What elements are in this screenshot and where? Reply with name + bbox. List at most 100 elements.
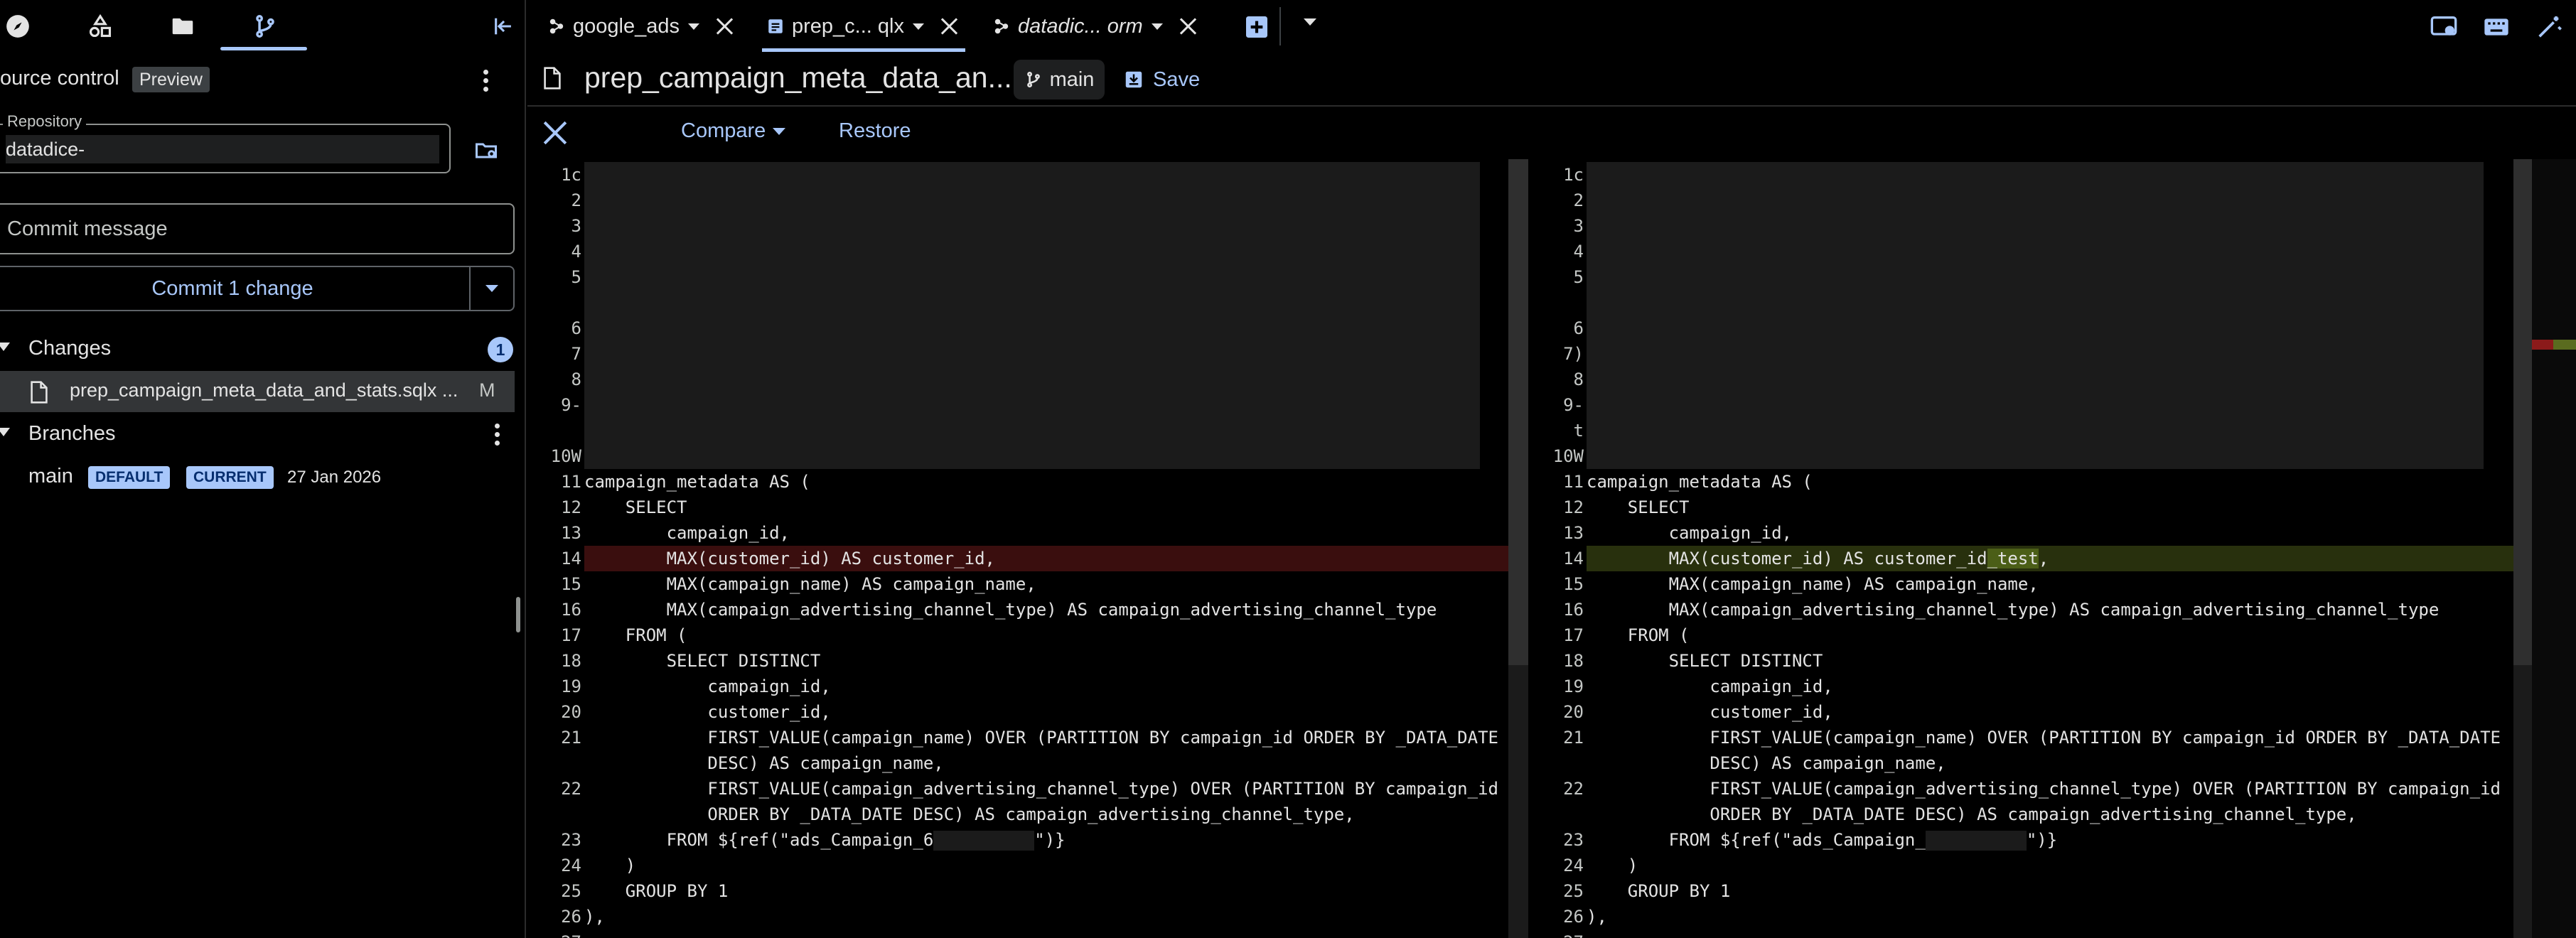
code-line: DESC) AS campaign_name,	[1587, 753, 1946, 773]
tab-separator	[1279, 7, 1281, 45]
code-line: )	[584, 856, 636, 875]
code-line: campaign_id,	[584, 676, 831, 696]
source-control-icon[interactable]	[249, 10, 281, 43]
branches-label: Branches	[28, 422, 116, 445]
current-tag: CURRENT	[186, 466, 274, 489]
restore-button[interactable]: Restore	[839, 119, 911, 143]
workflow-icon	[994, 18, 1009, 34]
overview-addition-marker	[2553, 340, 2576, 350]
vertical-scrollbar[interactable]	[2513, 159, 2532, 938]
commit-message-input[interactable]: Commit message	[0, 203, 515, 254]
kebab-menu-icon[interactable]	[475, 64, 496, 97]
chevron-down-icon[interactable]	[912, 23, 924, 30]
tab-google-ads[interactable]: google_ads	[547, 0, 734, 53]
code-line: MAX(campaign_name) AS campaign_name,	[584, 574, 1036, 594]
tab-prep-campaign[interactable]: prep_c... qlx	[766, 0, 958, 53]
code-line: ORDER BY _DATA_DATE DESC) AS campaign_ad…	[1587, 804, 2357, 824]
changes-count-badge: 1	[488, 337, 513, 362]
repository-label: Repository	[3, 112, 87, 131]
code-line: FROM ${ref("ads_Campaign_ ")}	[1587, 830, 2058, 851]
code-line: FIRST_VALUE(campaign_advertising_channel…	[584, 779, 1498, 799]
code-line: MAX(campaign_name) AS campaign_name,	[1587, 574, 2039, 594]
keyboard-icon[interactable]	[2482, 13, 2511, 41]
compass-icon[interactable]	[1, 10, 34, 43]
changed-file-item[interactable]: prep_campaign_meta_data_and_stats.sqlx .…	[0, 371, 515, 412]
sql-file-icon	[768, 19, 783, 33]
code-line: MAX(campaign_advertising_channel_type) A…	[1587, 600, 2440, 620]
chevron-down-icon[interactable]	[1151, 23, 1163, 30]
code-area[interactable]: campaign_metadata AS ( SELECT campaign_i…	[584, 159, 1528, 938]
file-title: prep_campaign_meta_data_an...	[584, 61, 1012, 94]
save-button[interactable]: Save	[1123, 65, 1200, 94]
vertical-scrollbar[interactable]	[1508, 159, 1528, 938]
commit-button[interactable]: Commit 1 change	[0, 266, 471, 311]
panel-title: ource control	[0, 67, 119, 90]
panel-resize-handle[interactable]	[516, 597, 520, 632]
close-icon[interactable]	[940, 17, 958, 36]
compare-button[interactable]: Compare	[681, 119, 786, 143]
code-line: )	[1587, 856, 1638, 875]
compare-label: Compare	[681, 119, 766, 142]
editor-tab-bar: google_ads prep_c... qlx datadic... orm	[527, 0, 2576, 53]
overview-deletion-marker	[2532, 340, 2553, 350]
save-label: Save	[1153, 68, 1201, 91]
line-number-gutter: 1c 2 3 4 5 6 7) 8 9- t 10W 11 12 13 14 1…	[1552, 165, 1584, 938]
chevron-down-icon	[0, 343, 10, 351]
diff-overview-ruler[interactable]	[2532, 159, 2576, 938]
added-code-line: MAX(customer_id) AS customer_id_test,	[1587, 546, 2532, 571]
file-header: prep_campaign_meta_data_an... main Save	[527, 53, 2576, 107]
redacted-inline	[1925, 831, 2027, 851]
changes-label: Changes	[28, 337, 112, 360]
code-line: FROM (	[1587, 625, 1690, 645]
code-line: campaign_id,	[584, 523, 790, 543]
commit-options-dropdown[interactable]	[469, 266, 515, 311]
close-icon[interactable]	[1179, 17, 1197, 36]
tab-label: datadic... orm	[1018, 14, 1143, 38]
diff-pane-original[interactable]: 1c 2 3 4 5 6 7 8 9- 10W 11 12 13 14 15 1…	[527, 159, 1528, 938]
activity-bar	[0, 0, 526, 53]
collapse-panel-icon[interactable]	[488, 10, 520, 43]
code-area[interactable]: campaign_metadata AS ( SELECT campaign_i…	[1587, 159, 2532, 938]
chevron-down-icon	[0, 428, 10, 436]
code-line: SELECT	[1587, 497, 1690, 517]
branch-item[interactable]: main DEFAULT CURRENT 27 Jan 2026	[0, 462, 526, 493]
save-icon	[1125, 71, 1142, 88]
app-window: ource control Preview Repository datadic…	[0, 0, 2576, 938]
close-icon[interactable]	[543, 121, 567, 145]
tab-label: google_ads	[573, 14, 680, 38]
chevron-down-icon	[485, 285, 498, 292]
folder-settings-icon[interactable]	[472, 138, 500, 163]
file-status-modified: M	[479, 379, 495, 401]
scrollbar-thumb[interactable]	[2513, 159, 2532, 665]
active-tab-indicator	[762, 48, 965, 52]
diff-pane-modified[interactable]: 1c 2 3 4 5 6 7) 8 9- t 10W 11 12 13 14 1…	[1530, 159, 2532, 938]
deleted-code-line: MAX(customer_id) AS customer_id,	[584, 546, 1528, 571]
chevron-down-icon	[773, 127, 786, 135]
branch-chip-label: main	[1049, 68, 1095, 91]
magic-wand-icon[interactable]	[2535, 13, 2563, 41]
code-line: DESC) AS campaign_name,	[584, 753, 944, 773]
chevron-down-icon[interactable]	[687, 23, 699, 30]
shapes-icon[interactable]	[84, 10, 117, 43]
file-icon	[31, 381, 48, 404]
changes-section-header[interactable]: Changes 1	[0, 331, 526, 367]
screen-cast-icon[interactable]	[2430, 13, 2458, 41]
active-activity-indicator	[220, 47, 307, 50]
branch-chip[interactable]: main	[1014, 60, 1105, 99]
tab-datadice-orm[interactable]: datadic... orm	[992, 0, 1197, 53]
default-tag: DEFAULT	[88, 466, 171, 489]
add-tab-icon[interactable]	[1243, 13, 1271, 41]
code-line: GROUP BY 1	[1587, 881, 1731, 901]
code-line: FROM (	[584, 625, 687, 645]
chevron-down-icon[interactable]	[1304, 18, 1332, 47]
file-icon	[544, 67, 561, 90]
code-line: campaign_metadata AS (	[584, 472, 810, 492]
code-line: campaign_metadata AS (	[1587, 472, 1813, 492]
folder-icon[interactable]	[166, 10, 199, 43]
close-icon[interactable]	[715, 17, 734, 36]
repository-value[interactable]: datadice-	[6, 135, 439, 163]
scrollbar-thumb[interactable]	[1508, 159, 1528, 665]
branches-section-header[interactable]: Branches	[0, 416, 526, 452]
code-line: SELECT	[584, 497, 687, 517]
kebab-menu-icon[interactable]	[486, 418, 508, 451]
